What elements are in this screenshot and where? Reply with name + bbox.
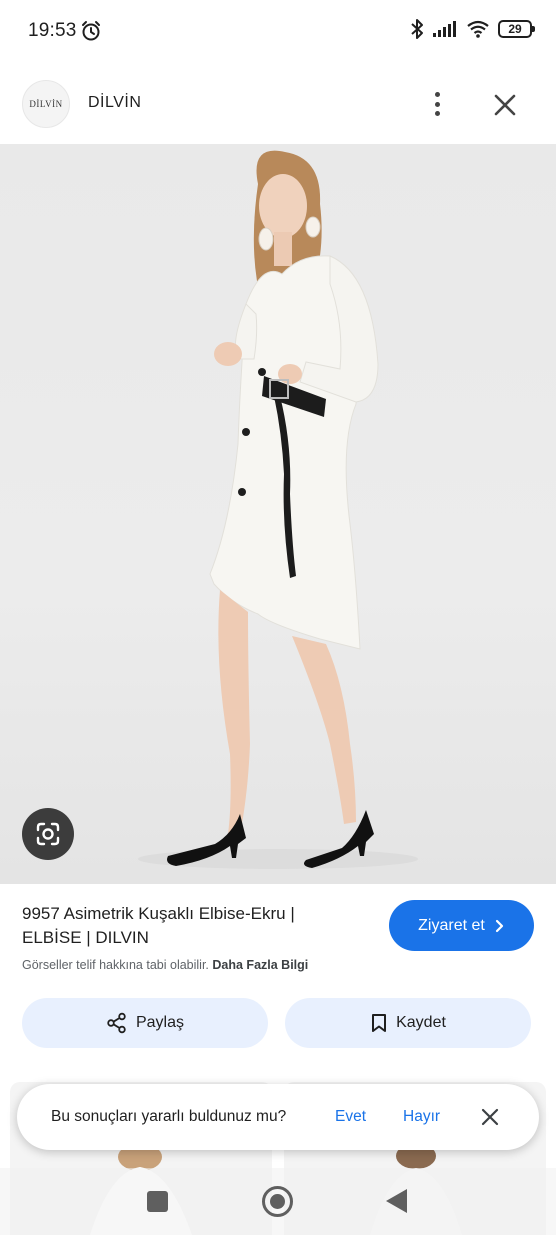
visit-button[interactable]: Ziyaret et — [389, 900, 534, 951]
lens-icon — [36, 822, 60, 846]
battery-icon: 29 — [498, 20, 535, 38]
feedback-close-icon[interactable] — [479, 1106, 501, 1128]
more-dot-icon — [434, 101, 440, 107]
status-bar: 19:53 29 — [0, 0, 556, 62]
recents-button[interactable] — [147, 1191, 168, 1212]
feedback-prompt: Bu sonuçları yararlı buldunuz mu? Evet H… — [17, 1084, 539, 1150]
site-logo[interactable]: DİLVİN — [22, 80, 70, 128]
feedback-yes-button[interactable]: Evet — [335, 1108, 366, 1126]
more-dot-icon — [434, 111, 440, 116]
bookmark-icon — [372, 1014, 387, 1032]
copyright-text: Görseller telif hakkına tabi olabilir. — [22, 958, 209, 972]
close-icon[interactable] — [490, 90, 520, 120]
back-button[interactable] — [386, 1189, 407, 1213]
chevron-right-icon — [495, 919, 503, 932]
result-title[interactable]: 9957 Asimetrik Kuşaklı Elbise-Ekru | ELB… — [22, 902, 352, 950]
more-options-button[interactable] — [424, 90, 450, 118]
copyright-notice: Görseller telif hakkına tabi olabilir. D… — [22, 958, 308, 972]
bluetooth-icon — [411, 19, 423, 39]
status-time: 19:53 — [28, 20, 77, 41]
wifi-icon — [467, 20, 489, 38]
feedback-question: Bu sonuçları yararlı buldunuz mu? — [51, 1108, 287, 1125]
model-illustration — [138, 150, 418, 869]
more-dot-icon — [434, 92, 440, 97]
product-image[interactable] — [0, 144, 556, 884]
status-icons: 29 — [410, 18, 535, 40]
viewer-header: DİLVİN DİLVİN — [0, 62, 556, 144]
share-button-label: Paylaş — [135, 1014, 185, 1031]
lens-search-button[interactable] — [22, 808, 74, 860]
more-info-link[interactable]: Daha Fazla Bilgi — [212, 958, 308, 972]
system-nav-bar — [0, 1168, 556, 1235]
share-button[interactable]: Paylaş — [22, 998, 268, 1048]
share-icon — [107, 1012, 126, 1034]
save-button[interactable]: Kaydet — [285, 998, 531, 1048]
visit-button-label: Ziyaret et — [418, 916, 485, 934]
site-name[interactable]: DİLVİN — [88, 94, 141, 112]
site-logo-text: DİLVİN — [29, 99, 63, 109]
save-button-label: Kaydet — [396, 1014, 446, 1031]
signal-icon — [433, 21, 456, 37]
feedback-no-button[interactable]: Hayır — [403, 1108, 440, 1126]
home-button[interactable] — [262, 1186, 293, 1217]
battery-level: 29 — [508, 22, 522, 36]
alarm-icon — [82, 21, 100, 41]
